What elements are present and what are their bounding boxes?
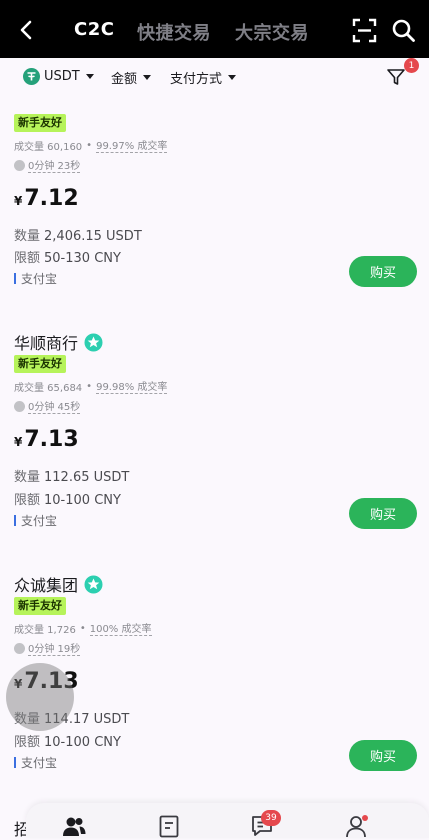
clock-icon bbox=[14, 400, 25, 412]
currency-select[interactable]: USDT bbox=[23, 68, 94, 85]
bottom-nav: 39 bbox=[26, 803, 429, 838]
filter-bar: USDT 金额 支付方式 1 bbox=[0, 58, 429, 98]
merchant-name[interactable]: 华顺商行 bbox=[14, 330, 103, 354]
verified-badge-icon bbox=[84, 333, 103, 351]
buy-button[interactable]: 购买 bbox=[349, 498, 417, 529]
tether-icon bbox=[23, 68, 40, 85]
tab-block-trade[interactable]: 大宗交易 bbox=[235, 19, 309, 45]
back-arrow-icon[interactable] bbox=[14, 17, 40, 43]
completion-rate: 99.97% 成交率 bbox=[96, 137, 168, 153]
buy-button[interactable]: 购买 bbox=[349, 256, 417, 287]
payment-select[interactable]: 支付方式 bbox=[170, 68, 237, 87]
amount-label: 金额 bbox=[111, 72, 138, 87]
price: ¥ 7.12 bbox=[14, 186, 79, 211]
limit-row: 限额 10-100 CNY bbox=[14, 735, 121, 750]
filter-funnel-icon[interactable] bbox=[386, 67, 406, 87]
chevron-down-icon bbox=[228, 75, 237, 80]
limit-row: 限额 50-130 CNY bbox=[14, 251, 121, 266]
payment-method: 支付宝 bbox=[14, 270, 57, 287]
completion-rate: 99.98% 成交率 bbox=[96, 378, 168, 394]
newbie-friendly-tag: 新手友好 bbox=[14, 355, 66, 373]
limit-row: 限额 10-100 CNY bbox=[14, 493, 121, 508]
release-time: 0分钟 45秒 bbox=[14, 398, 81, 414]
messages-badge: 39 bbox=[261, 810, 281, 826]
completion-rate: 100% 成交率 bbox=[89, 620, 152, 636]
merchant-stats: 成交量 60,160 • 99.97% 成交率 bbox=[14, 137, 168, 153]
touch-indicator bbox=[6, 663, 74, 731]
tab-c2c[interactable]: C2C bbox=[74, 19, 114, 40]
chevron-down-icon bbox=[85, 74, 94, 79]
clock-icon bbox=[14, 642, 25, 654]
quantity-row: 数量 2,406.15 USDT bbox=[14, 229, 142, 244]
profile-notification-dot bbox=[362, 815, 368, 821]
payment-label: 支付方式 bbox=[170, 72, 223, 87]
quantity-row: 数量 112.65 USDT bbox=[14, 470, 130, 485]
merchant-stats: 成交量 65,684 • 99.98% 成交率 bbox=[14, 378, 168, 394]
filter-count-badge: 1 bbox=[404, 58, 419, 73]
currency-label: USDT bbox=[44, 69, 80, 84]
newbie-friendly-tag: 新手友好 bbox=[14, 597, 66, 615]
payment-method: 支付宝 bbox=[14, 512, 57, 529]
top-bar: C2C 快捷交易 大宗交易 bbox=[0, 0, 429, 58]
tab-quick-trade[interactable]: 快捷交易 bbox=[137, 19, 211, 45]
payment-method: 支付宝 bbox=[14, 754, 57, 771]
clock-icon bbox=[14, 159, 25, 171]
verified-badge-icon bbox=[84, 575, 103, 593]
release-time: 0分钟 23秒 bbox=[14, 157, 81, 173]
buy-button[interactable]: 购买 bbox=[349, 740, 417, 771]
volume-text: 成交量 1,726 bbox=[14, 624, 76, 636]
search-icon[interactable] bbox=[391, 18, 416, 43]
release-time: 0分钟 19秒 bbox=[14, 640, 81, 656]
chevron-down-icon bbox=[143, 75, 152, 80]
merchant-name[interactable]: 众诚集团 bbox=[14, 572, 103, 596]
price: ¥ 7.13 bbox=[14, 427, 79, 452]
newbie-friendly-tag: 新手友好 bbox=[14, 114, 66, 132]
volume-text: 成交量 65,684 bbox=[14, 382, 83, 394]
volume-text: 成交量 60,160 bbox=[14, 141, 83, 153]
scan-icon[interactable] bbox=[352, 18, 377, 43]
merchant-stats: 成交量 1,726 • 100% 成交率 bbox=[14, 620, 152, 636]
amount-select[interactable]: 金额 bbox=[111, 68, 152, 87]
users-icon[interactable] bbox=[62, 814, 86, 838]
orders-icon[interactable] bbox=[157, 814, 181, 838]
